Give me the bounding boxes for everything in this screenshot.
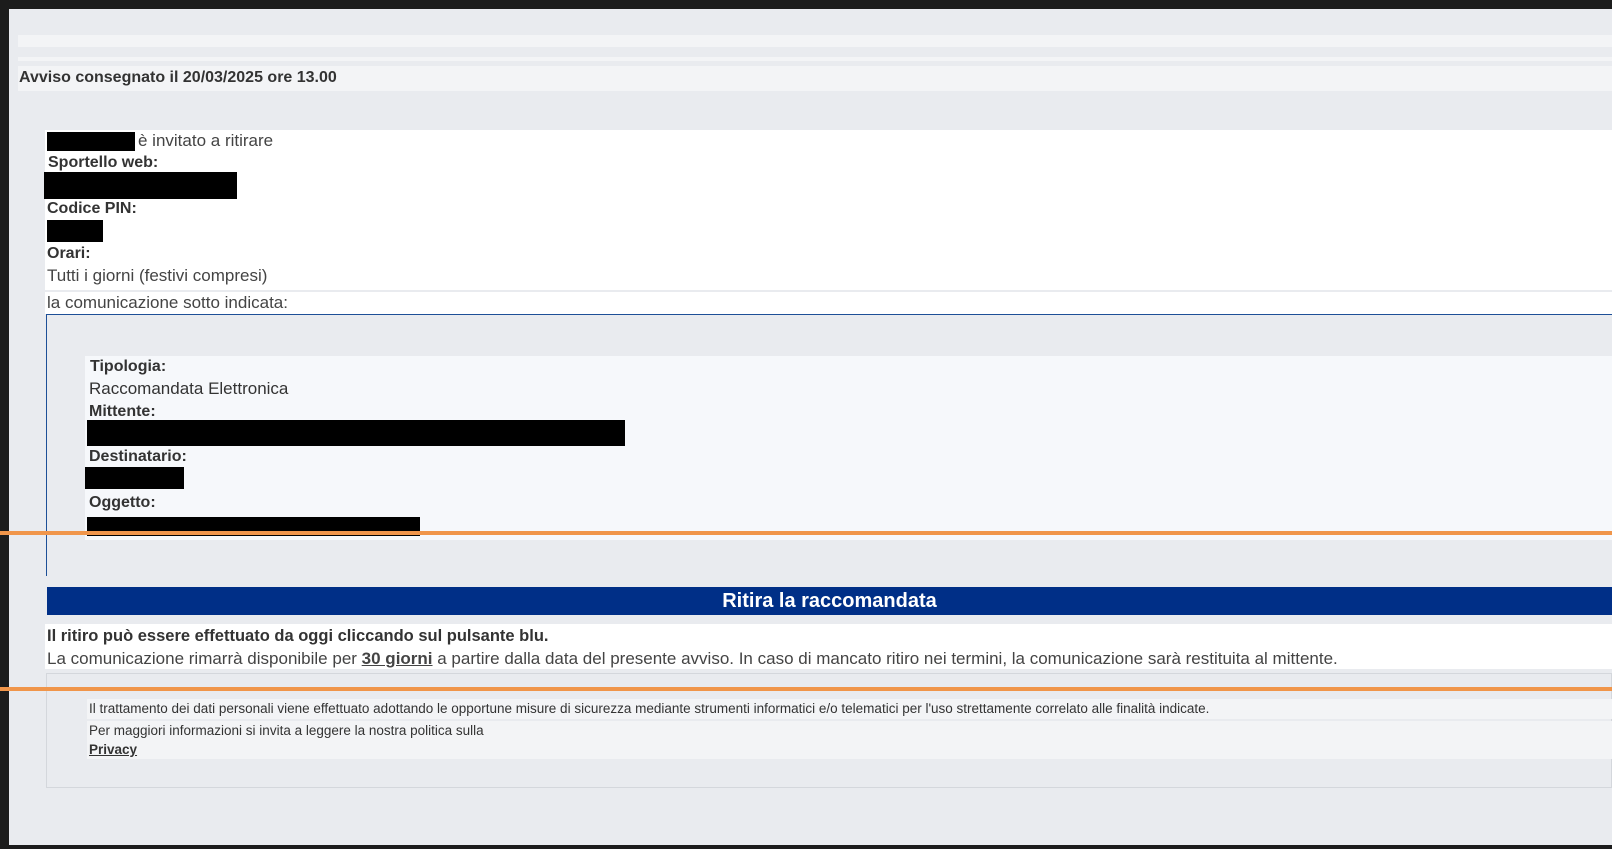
delivered-notice: Avviso consegnato il 20/03/2025 ore 13.0… (19, 69, 337, 86)
subject-label: Oggetto: (89, 494, 156, 511)
annotation-line-bottom (0, 687, 1612, 691)
availability-notice: La comunicazione rimarrà disponibile per… (47, 649, 1338, 669)
privacy-statement: Il trattamento dei dati personali viene … (89, 701, 1210, 716)
retrieve-button-label: Ritira la raccomandata (722, 590, 937, 612)
redacted-recipient (85, 467, 184, 489)
email-frame: Avviso consegnato il 20/03/2025 ore 13.0… (0, 0, 1612, 849)
pin-label: Codice PIN: (47, 200, 137, 217)
communication-intro-row: la comunicazione sotto indicata: (45, 292, 1612, 314)
delivered-notice-row: Avviso consegnato il 20/03/2025 ore 13.0… (18, 66, 1612, 91)
more-info-text: Per maggiori informazioni si invita a le… (89, 723, 484, 738)
more-info-row: Per maggiori informazioni si invita a le… (87, 721, 1612, 759)
top-band (18, 35, 1612, 47)
annotation-line-top (0, 531, 1612, 535)
details-box (85, 356, 1612, 540)
type-value: Raccomandata Elettronica (89, 379, 289, 398)
invite-box (45, 130, 1612, 290)
pickup-info: Il ritiro può essere effettuato da oggi … (47, 627, 549, 645)
availability-days: 30 giorni (361, 649, 433, 668)
top-band-2 (18, 57, 1612, 61)
hours-label: Orari: (47, 245, 91, 262)
privacy-statement-row: Il trattamento dei dati personali viene … (87, 699, 1612, 719)
hours-value: Tutti i giorni (festivi compresi) (47, 266, 268, 285)
type-label: Tipologia: (90, 358, 167, 375)
communication-intro: la comunicazione sotto indicata: (47, 293, 288, 312)
recipient-label: Destinatario: (89, 448, 187, 465)
availability-prefix: La comunicazione rimarrà disponibile per (47, 649, 362, 668)
privacy-link[interactable]: Privacy (89, 742, 137, 757)
redacted-sender (87, 420, 625, 446)
redacted-web-desk (44, 172, 237, 199)
sender-label: Mittente: (89, 403, 156, 420)
redacted-recipient-name (47, 132, 135, 151)
redacted-pin (47, 220, 103, 242)
availability-suffix: a partire dalla data del presente avviso… (432, 649, 1338, 668)
web-desk-label: Sportello web: (48, 154, 159, 171)
retrieve-registered-mail-button[interactable]: Ritira la raccomandata (47, 587, 1612, 615)
invited-text: è invitato a ritirare (138, 131, 274, 150)
